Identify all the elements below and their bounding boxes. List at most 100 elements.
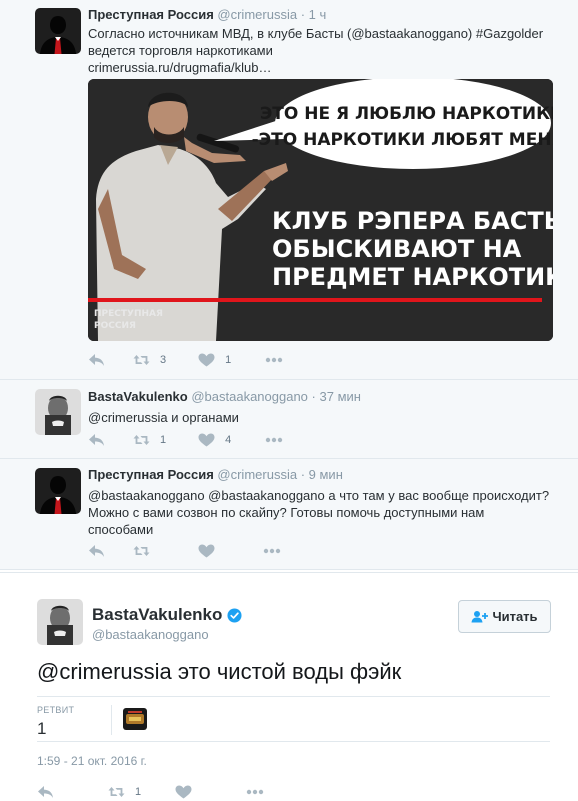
heart-icon xyxy=(198,544,215,558)
reply-button[interactable] xyxy=(37,783,54,801)
tweet-time[interactable]: 37 мин xyxy=(320,389,361,404)
retweet-icon xyxy=(133,433,150,447)
reply-icon xyxy=(37,785,54,799)
tweet-media-image[interactable]: ЭТО НЕ Я ЛЮБЛЮ НАРКОТИКИ -ЭТО НАРКОТИКИ … xyxy=(88,79,553,341)
tweet-text: @crimerussia и органами xyxy=(88,409,556,426)
retweet-icon xyxy=(133,544,150,558)
profile-photo-icon xyxy=(37,599,83,645)
tweet-text-line: @crimerussia и органами xyxy=(88,410,239,425)
media-logo-line2: РОССИЯ xyxy=(94,321,136,331)
main-username[interactable]: @bastaakanoggano xyxy=(92,627,209,642)
main-fullname[interactable]: BastaVakulenko xyxy=(92,605,242,625)
stat-divider xyxy=(111,705,112,735)
like-button[interactable] xyxy=(175,783,192,801)
heart-icon xyxy=(175,785,192,799)
tweet-crimerussia-2[interactable]: Преступная Россия @crimerussia · 9 мин @… xyxy=(0,459,578,570)
reply-button[interactable] xyxy=(88,351,105,369)
like-button[interactable] xyxy=(198,542,215,560)
tweet-fullname[interactable]: BastaVakulenko xyxy=(88,389,188,404)
retweet-stat-count[interactable]: 1 xyxy=(37,719,46,739)
retweeter-avatar[interactable] xyxy=(123,708,147,730)
more-icon xyxy=(263,548,281,554)
tweet-fullname[interactable]: Преступная Россия xyxy=(88,7,214,22)
reply-button[interactable] xyxy=(88,431,105,449)
retweet-count: 1 xyxy=(135,786,142,798)
retweet-button[interactable]: 1 xyxy=(133,431,166,449)
retweet-icon xyxy=(133,353,150,367)
main-tweet-text: @crimerussia это чистой воды фэйк xyxy=(37,659,402,684)
tweet-actions: 3 1 xyxy=(88,351,311,369)
tweet-link[interactable]: crimerussia.ru/drugmafia/klub… xyxy=(88,59,556,76)
retweet-stat-label: РЕТВИТ xyxy=(37,705,75,715)
more-icon xyxy=(246,789,264,795)
like-count: 1 xyxy=(225,354,232,366)
like-count: 4 xyxy=(225,434,232,446)
tweet-username[interactable]: @crimerussia xyxy=(217,7,297,22)
media-artwork: ЭТО НЕ Я ЛЮБЛЮ НАРКОТИКИ -ЭТО НАРКОТИКИ … xyxy=(88,79,553,341)
avatar-crimerussia[interactable] xyxy=(35,468,81,514)
more-button[interactable] xyxy=(265,351,283,369)
media-logo-line1: ПРЕСТУПНАЯ xyxy=(94,309,163,319)
more-icon xyxy=(265,357,283,363)
more-button[interactable] xyxy=(263,542,281,560)
silhouette-avatar-icon xyxy=(35,468,81,514)
permalink-tweet: BastaVakulenko @bastaakanoggano Читать @… xyxy=(0,572,578,800)
follow-button[interactable]: Читать xyxy=(458,600,551,633)
tweet-username[interactable]: @bastaakanoggano xyxy=(191,389,308,404)
tweet-separator: · xyxy=(311,389,316,404)
tweet-actions xyxy=(88,542,309,560)
retweeter-avatar-icon xyxy=(123,708,147,730)
tweet-text-line: ведется торговля наркотиками xyxy=(88,43,273,58)
bubble-text-line2: -ЭТО НАРКОТИКИ ЛЮБЯТ МЕНЯ! xyxy=(252,130,553,150)
avatar-crimerussia[interactable] xyxy=(35,8,81,54)
follow-user-icon xyxy=(471,611,489,623)
reply-icon xyxy=(88,544,105,558)
tweet-text: Согласно источникам МВД, в клубе Басты (… xyxy=(88,25,556,76)
more-button[interactable] xyxy=(265,431,283,449)
tweet-crimerussia-1[interactable]: Преступная Россия @crimerussia · 1 ч Сог… xyxy=(0,0,578,380)
retweet-button[interactable] xyxy=(133,542,150,560)
tweet-text-line: способами xyxy=(88,522,154,537)
tweet-header: Преступная Россия @crimerussia · 1 ч xyxy=(88,7,556,23)
heart-icon xyxy=(198,433,215,447)
media-red-bar xyxy=(88,298,542,302)
tweet-bastavakulenko-1[interactable]: BastaVakulenko @bastaakanoggano · 37 мин… xyxy=(0,380,578,459)
conversation-thread: Преступная Россия @crimerussia · 1 ч Сог… xyxy=(0,0,578,570)
tweet-header: Преступная Россия @crimerussia · 9 мин xyxy=(88,467,556,483)
silhouette-avatar-icon xyxy=(35,8,81,54)
profile-photo-icon xyxy=(35,389,81,435)
retweet-button[interactable]: 1 xyxy=(108,783,141,801)
follow-button-label: Читать xyxy=(492,609,538,624)
avatar-bastavakulenko[interactable] xyxy=(37,599,83,645)
tweet-username[interactable]: @crimerussia xyxy=(217,467,297,482)
tweet-datetime[interactable]: 1:59 - 21 окт. 2016 г. xyxy=(37,754,147,768)
media-headline-line2: ОБЫСКИВАЮТ НА xyxy=(272,235,522,263)
reply-button[interactable] xyxy=(88,542,105,560)
tweet-text: @bastaakanoggano @bastaakanoggano а что … xyxy=(88,487,556,538)
like-button[interactable]: 4 xyxy=(198,431,231,449)
verified-icon xyxy=(227,607,242,623)
media-headline-line1: КЛУБ РЭПЕРА БАСТЫ xyxy=(272,207,553,235)
main-tweet-actions: 1 xyxy=(37,783,292,801)
retweet-count: 3 xyxy=(160,354,167,366)
tweet-text-line: @bastaakanoggano @bastaakanoggano а что … xyxy=(88,488,550,503)
like-button[interactable]: 1 xyxy=(198,351,231,369)
retweet-button[interactable]: 3 xyxy=(133,351,166,369)
tweet-header: BastaVakulenko @bastaakanoggano · 37 мин xyxy=(88,389,556,405)
tweet-fullname[interactable]: Преступная Россия xyxy=(88,467,214,482)
bubble-text-line1: ЭТО НЕ Я ЛЮБЛЮ НАРКОТИКИ xyxy=(260,104,553,124)
tweet-time[interactable]: 1 ч xyxy=(309,7,327,22)
tweet-time[interactable]: 9 мин xyxy=(309,467,343,482)
tweet-separator: · xyxy=(300,7,306,22)
more-icon xyxy=(265,437,283,443)
retweet-count: 1 xyxy=(160,434,167,446)
tweet-text-line: Можно с вами созвон по скайпу? Готовы по… xyxy=(88,505,485,520)
more-button[interactable] xyxy=(246,783,264,801)
tweet-actions: 1 4 xyxy=(88,431,311,449)
main-fullname-text[interactable]: BastaVakulenko xyxy=(92,605,222,625)
heart-icon xyxy=(198,353,215,367)
reply-icon xyxy=(88,353,105,367)
tweet-text-line: Согласно источникам МВД, в клубе Басты (… xyxy=(88,26,544,41)
avatar-bastavakulenko[interactable] xyxy=(35,389,81,435)
media-headline-line3: ПРЕДМЕТ НАРКОТИКОВ xyxy=(272,263,553,291)
